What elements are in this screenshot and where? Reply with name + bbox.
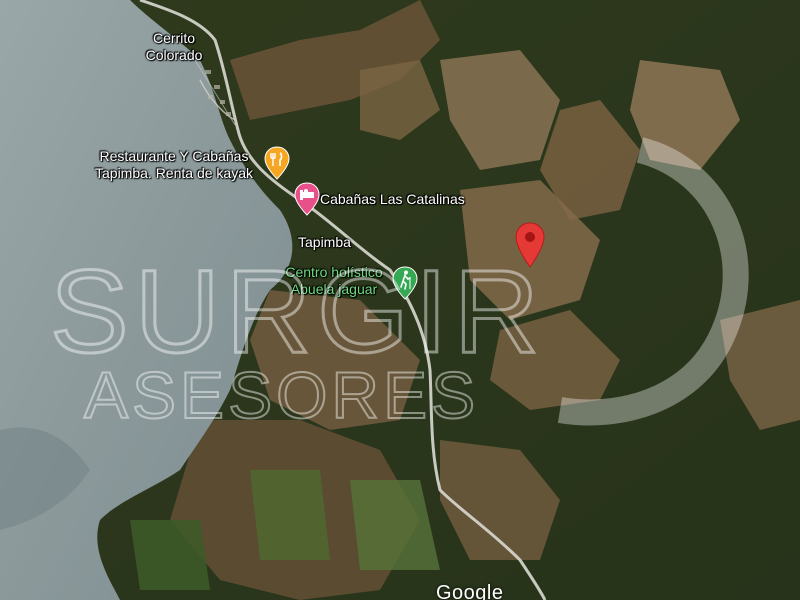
place-label-line: Colorado [145,47,203,63]
poi-label-restaurante[interactable]: Restaurante Y Cabañas Tapimba. Renta de … [84,148,264,182]
poi-label-line: Centro holístico [285,264,383,280]
poi-label-line: Abuela jaguar [290,281,378,297]
place-label-line: Tapimba [298,234,351,250]
place-label-tapimba[interactable]: Tapimba [298,234,351,251]
place-label-cerrito-colorado[interactable]: Cerrito Colorado [130,30,218,64]
google-attribution: Google [436,582,504,600]
restaurant-icon [264,146,290,180]
map-view[interactable]: Cerrito Colorado Restaurante Y Cabañas T… [0,0,800,600]
poi-label-centro-holistico[interactable]: Centro holístico Abuela jaguar [272,264,396,298]
poi-marker-cabanas[interactable] [294,182,320,216]
poi-label-line: Cabañas Las Catalinas [320,191,465,207]
location-marker[interactable] [514,222,546,268]
map-pin-icon [515,222,545,268]
poi-label-line: Restaurante Y Cabañas [99,148,249,164]
poi-label-cabanas-las-catalinas[interactable]: Cabañas Las Catalinas [320,191,465,208]
hiking-icon [392,266,418,300]
lodging-icon [294,182,320,216]
place-label-line: Cerrito [152,30,195,46]
poi-label-line: Tapimba. Renta de kayak [95,165,253,181]
poi-marker-restaurante[interactable] [264,146,290,180]
poi-marker-centro-holistico[interactable] [392,266,418,300]
satellite-imagery [0,0,800,600]
